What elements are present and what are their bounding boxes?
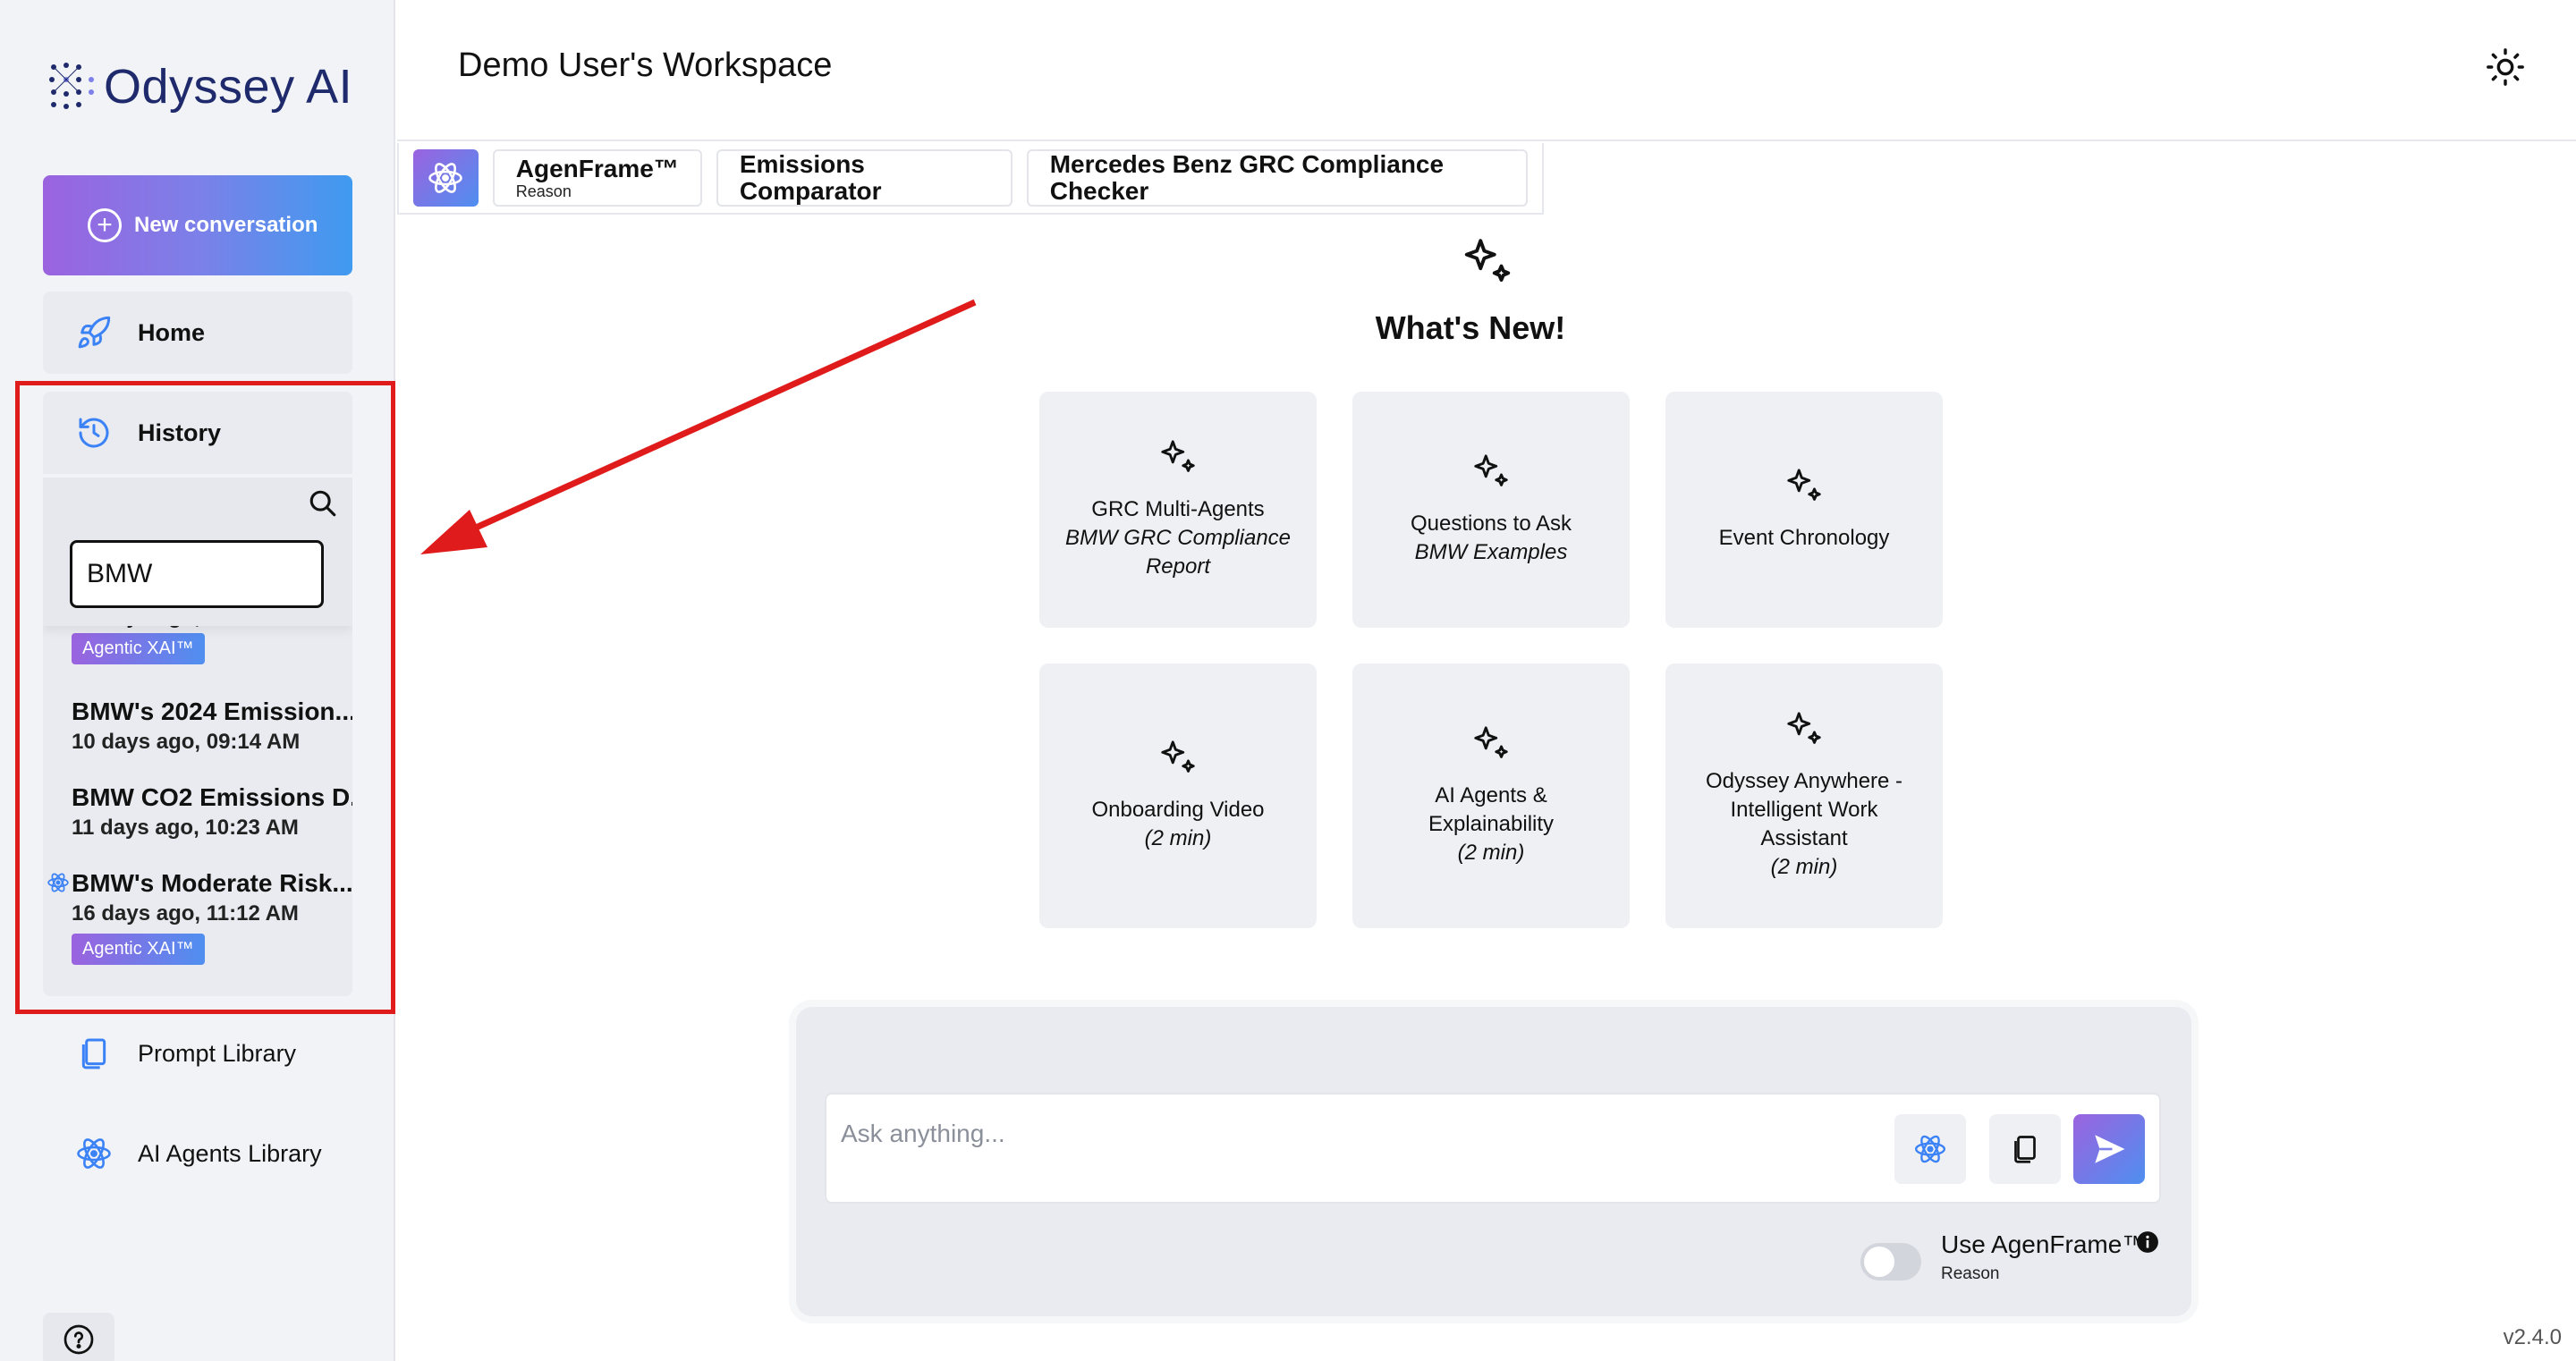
new-conversation-label: New conversation	[134, 213, 318, 237]
card-subtitle: (2 min)	[1144, 826, 1212, 850]
app-logo[interactable]: Odyssey AI	[47, 55, 352, 118]
agentic-xai-badge: Agentic XAI™	[72, 934, 205, 965]
atom-icon	[73, 1133, 114, 1174]
atom-icon	[47, 873, 69, 892]
main-area: Demo User's Workspace AgenFrame™ Reason …	[397, 0, 2576, 1361]
card-subtitle: (2 min)	[1770, 855, 1838, 879]
agenframe-chip[interactable]: AgenFrame™ Reason	[492, 149, 702, 207]
sidebar-item-label: AI Agents Library	[138, 1139, 322, 1167]
sparkles-icon	[1464, 239, 1511, 283]
logo-text: Odyssey AI	[104, 60, 353, 114]
history-item-title: BMW's 2024 Emission...	[72, 697, 352, 725]
agents-bar: AgenFrame™ Reason Emissions Comparator M…	[397, 143, 1544, 215]
agenframe-toggle[interactable]	[1860, 1243, 1921, 1281]
card-subtitle: BMW GRC Compliance Report	[1064, 526, 1292, 579]
sidebar-item-label: History	[138, 418, 222, 446]
atom-icon	[428, 163, 463, 193]
chat-composer: Use AgenFrame™ Reason	[796, 1007, 2191, 1316]
emissions-comparator-chip[interactable]: Emissions Comparator	[716, 149, 1013, 207]
whats-new-card[interactable]: Onboarding Video (2 min)	[1039, 664, 1317, 928]
history-item[interactable]: BMW CO2 Emissions D... 11 days ago, 10:2…	[43, 771, 352, 857]
toggle-label: Use AgenFrame™	[1941, 1230, 2148, 1258]
history-panel: 10 days ago, 09:10 AM Agentic XAI™ BMW's…	[43, 478, 352, 996]
sparkles-icon	[1474, 726, 1508, 758]
agents-button[interactable]	[1894, 1114, 1966, 1184]
whats-new-card[interactable]: GRC Multi-Agents BMW GRC Compliance Repo…	[1039, 392, 1317, 628]
sun-icon[interactable]	[2485, 46, 2526, 88]
search-icon[interactable]	[308, 488, 338, 519]
history-item[interactable]: BMW's 2024 Emission... 10 days ago, 09:1…	[43, 685, 352, 771]
card-subtitle: (2 min)	[1457, 841, 1525, 865]
chip-title: Mercedes Benz GRC Compliance Checker	[1049, 150, 1445, 205]
sparkles-icon	[1161, 440, 1195, 472]
toggle-sublabel: Reason	[1941, 1264, 2000, 1283]
history-item-title: BMW's Moderate Risk...	[72, 869, 352, 897]
sidebar-item-prompt-library[interactable]: Prompt Library	[43, 1012, 352, 1095]
history-item-time: 11 days ago, 10:23 AM	[72, 816, 299, 840]
sidebar-item-ai-agents-library[interactable]: AI Agents Library	[43, 1112, 352, 1195]
sidebar-item-home[interactable]: Home	[43, 292, 352, 374]
card-title: Onboarding Video	[1091, 798, 1265, 822]
sparkles-icon	[1787, 712, 1821, 744]
whats-new-card[interactable]: AI Agents & Explainability (2 min)	[1352, 664, 1630, 928]
card-title: GRC Multi-Agents	[1091, 497, 1265, 521]
whats-new-title: What's New!	[1375, 309, 1566, 346]
agenframe-icon-button[interactable]	[413, 149, 479, 207]
chip-subtitle: Reason	[515, 182, 572, 200]
sidebar: Odyssey AI + New conversation Home Histo…	[0, 0, 395, 1361]
card-title: Questions to Ask	[1410, 511, 1572, 536]
sidebar-item-label: Home	[138, 318, 206, 346]
sidebar-item-history[interactable]: History	[43, 392, 352, 474]
question-circle-icon	[64, 1324, 94, 1355]
history-list: 10 days ago, 09:10 AM Agentic XAI™ BMW's…	[43, 603, 352, 973]
send-icon	[2095, 1135, 2125, 1163]
workspace-title: Demo User's Workspace	[458, 46, 833, 84]
new-conversation-button[interactable]: + New conversation	[43, 175, 352, 275]
whats-new-card[interactable]: Odyssey Anywhere - Intelligent Work Assi…	[1665, 664, 1943, 928]
sparkles-icon	[1787, 469, 1821, 501]
agentic-xai-badge: Agentic XAI™	[72, 633, 205, 664]
history-item[interactable]: BMW's Moderate Risk... 16 days ago, 11:1…	[43, 857, 352, 973]
book-icon	[2014, 1136, 2036, 1163]
card-title: Odyssey Anywhere - Intelligent Work Assi…	[1705, 769, 1903, 850]
mercedes-grc-chip[interactable]: Mercedes Benz GRC Compliance Checker	[1026, 149, 1528, 207]
help-button[interactable]	[43, 1313, 114, 1361]
sidebar-item-label: Prompt Library	[138, 1039, 297, 1067]
history-icon	[73, 412, 114, 453]
send-button[interactable]	[2073, 1114, 2145, 1184]
card-title: AI Agents & Explainability	[1428, 783, 1555, 836]
header: Demo User's Workspace	[397, 0, 2576, 141]
logo-icon	[49, 63, 94, 109]
history-search-bar	[43, 478, 352, 626]
plus-circle-icon: +	[88, 208, 122, 242]
card-title: Event Chronology	[1718, 526, 1890, 550]
whats-new-card[interactable]: Questions to Ask BMW Examples	[1352, 392, 1630, 628]
sparkles-icon	[1161, 740, 1195, 773]
chip-title: Emissions Comparator	[739, 150, 882, 205]
chat-input-box	[825, 1093, 2161, 1204]
book-icon	[73, 1033, 114, 1074]
atom-icon	[1914, 1135, 1946, 1163]
sparkles-icon	[1474, 454, 1508, 486]
chip-title: AgenFrame™	[515, 155, 679, 182]
history-item-time: 16 days ago, 11:12 AM	[72, 901, 299, 926]
info-icon[interactable]	[2136, 1230, 2159, 1254]
history-item-time: 10 days ago, 09:14 AM	[72, 730, 301, 754]
chat-input[interactable]	[841, 1116, 1869, 1152]
prompt-library-button[interactable]	[1989, 1114, 2061, 1184]
version-label: v2.4.0	[2503, 1325, 2562, 1349]
history-item-title: BMW CO2 Emissions D...	[72, 783, 352, 811]
whats-new-card[interactable]: Event Chronology	[1665, 392, 1943, 628]
history-search-input[interactable]	[70, 540, 324, 608]
rocket-icon	[73, 312, 114, 353]
card-subtitle: BMW Examples	[1414, 540, 1568, 564]
